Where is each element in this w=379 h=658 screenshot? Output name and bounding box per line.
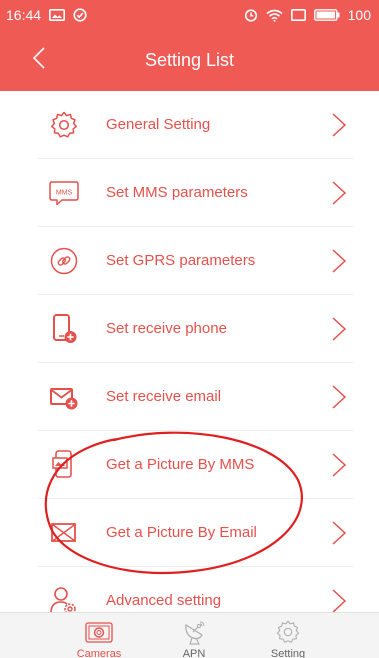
set-receive-email-label: Set receive email	[106, 388, 222, 405]
tab-apn[interactable]: APN	[149, 617, 239, 658]
set-receive-phone-item[interactable]: Set receive phone	[0, 295, 379, 363]
chevron-right-icon	[329, 452, 349, 478]
satellite-icon	[149, 617, 239, 647]
chevron-right-icon	[329, 588, 349, 612]
envelope-icon	[46, 515, 82, 551]
phone-picture-icon	[46, 447, 82, 483]
settings-list: General Setting MMS Set MMS parameters S…	[0, 91, 379, 612]
tab-setting-label: Setting	[270, 648, 306, 658]
battery-level: 100	[347, 7, 371, 23]
phone-add-icon	[46, 311, 82, 347]
link-icon	[46, 243, 82, 279]
get-picture-by-mms-item[interactable]: Get a Picture By MMS	[0, 431, 379, 499]
general-setting-item[interactable]: General Setting	[0, 91, 379, 159]
set-receive-phone-label: Set receive phone	[106, 320, 227, 337]
status-time: 16:44	[6, 7, 42, 23]
status-bar: 16:44 100	[0, 0, 379, 30]
tab-cameras[interactable]: Cameras	[54, 617, 144, 658]
battery-icon	[313, 9, 340, 21]
chevron-right-icon	[329, 112, 349, 138]
advanced-setting-label: Advanced setting	[106, 592, 222, 609]
user-gear-icon	[46, 583, 82, 612]
get-picture-by-email-item[interactable]: Get a Picture By Email	[0, 499, 379, 567]
screen-icon	[290, 9, 306, 21]
set-mms-parameters-item[interactable]: MMS Set MMS parameters	[0, 159, 379, 227]
back-button[interactable]	[28, 45, 50, 75]
mail-add-icon	[46, 379, 82, 415]
set-receive-email-item[interactable]: Set receive email	[0, 363, 379, 431]
bottom-tab-bar: Cameras APN Setting	[0, 612, 379, 658]
chevron-right-icon	[329, 248, 349, 274]
get-picture-by-mms-label: Get a Picture By MMS	[106, 456, 255, 473]
chevron-right-icon	[329, 316, 349, 342]
advanced-setting-item[interactable]: Advanced setting	[0, 567, 379, 612]
wifi-icon	[266, 9, 283, 22]
gear-icon	[46, 107, 82, 143]
alarm-icon	[244, 8, 258, 22]
tab-cameras-label: Cameras	[76, 648, 122, 658]
general-setting-label: General Setting	[106, 116, 211, 133]
tab-apn-label: APN	[182, 648, 206, 658]
svg-text:MMS: MMS	[56, 190, 73, 197]
set-gprs-parameters-item[interactable]: Set GPRS parameters	[0, 227, 379, 295]
header-bar: Setting List	[0, 30, 379, 91]
set-mms-parameters-label: Set MMS parameters	[106, 184, 248, 201]
chevron-right-icon	[329, 384, 349, 410]
gear-icon	[243, 617, 333, 647]
check-circle-icon	[73, 8, 87, 22]
image-icon	[49, 9, 66, 21]
set-gprs-parameters-label: Set GPRS parameters	[106, 252, 256, 269]
chevron-left-icon	[32, 46, 46, 75]
page-title: Setting List	[144, 50, 235, 70]
mms-icon: MMS	[46, 175, 82, 211]
get-picture-by-email-label: Get a Picture By Email	[106, 524, 257, 541]
chevron-right-icon	[329, 180, 349, 206]
camera-icon	[54, 617, 144, 647]
chevron-right-icon	[329, 520, 349, 546]
tab-setting[interactable]: Setting	[243, 617, 333, 658]
